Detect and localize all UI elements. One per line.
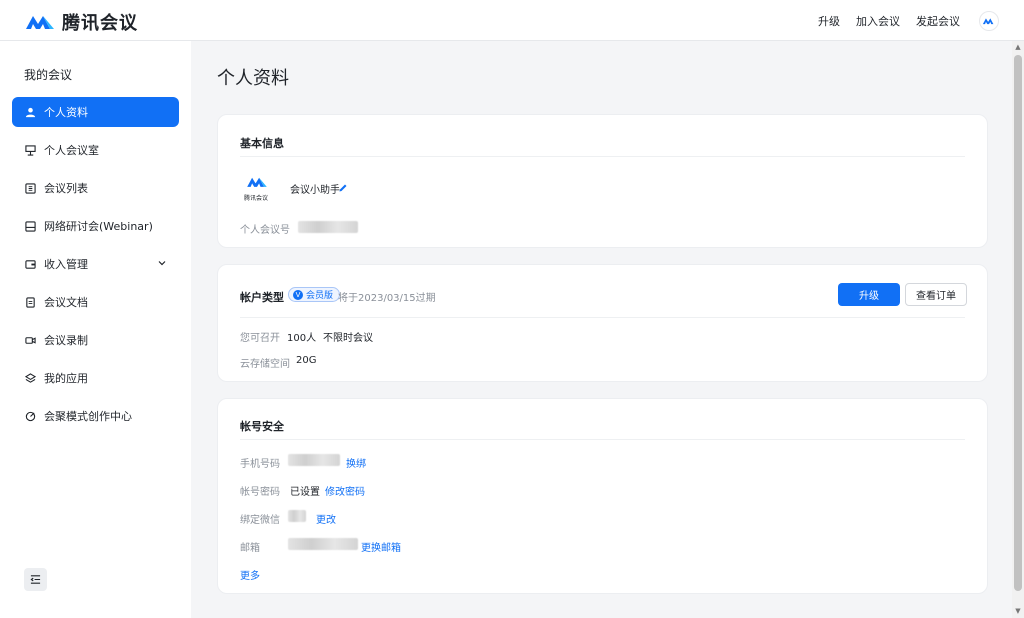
account-type-card: 帐户类型 V 会员版 将于2023/03/15过期 升级 查看订单 您可召开 1…: [217, 264, 988, 382]
divider: [240, 156, 965, 157]
email-label: 邮箱: [240, 543, 260, 554]
membership-badge: V 会员版: [288, 287, 341, 302]
webinar-icon: [24, 220, 36, 232]
sidebar-item-label: 会议文档: [44, 296, 88, 309]
basic-info-card: 基本信息 腾讯会议 会议小助手 个人会议号: [217, 114, 988, 248]
document-icon: [24, 296, 36, 308]
app-name: 腾讯会议: [62, 13, 138, 34]
account-security-card: 帐号安全 手机号码 换绑 帐号密码 已设置 修改密码 绑定微信 更改 邮箱 更换…: [217, 398, 988, 594]
avatar-logo-icon: [247, 177, 267, 187]
capacity-label: 您可召开: [240, 333, 280, 344]
capacity-value: 100人: [287, 333, 317, 344]
more-link[interactable]: 更多: [240, 567, 260, 582]
sidebar-item-recording[interactable]: 会议录制: [12, 325, 179, 355]
sidebar-item-revenue[interactable]: 收入管理: [12, 249, 179, 279]
rebind-phone-link[interactable]: 换绑: [346, 455, 366, 470]
divider: [240, 317, 965, 318]
divider: [240, 439, 965, 440]
storage-label: 云存储空间: [240, 359, 290, 370]
top-nav: 升级 加入会议 发起会议: [818, 13, 960, 29]
password-label: 帐号密码: [240, 487, 280, 498]
sidebar-item-creation-center[interactable]: 会聚模式创作中心: [12, 401, 179, 431]
sidebar-item-label: 会聚模式创作中心: [44, 410, 132, 423]
change-wechat-link[interactable]: 更改: [316, 511, 336, 526]
expiry-text: 将于2023/03/15过期: [338, 293, 436, 304]
change-password-link[interactable]: 修改密码: [325, 483, 365, 498]
account-type-heading: 帐户类型: [240, 291, 284, 304]
sidebar-item-apps[interactable]: 我的应用: [12, 363, 179, 393]
sidebar-nav: 个人资料 个人会议室 会议列表 网络研讨会(Webinar) 收入管理 会议文档…: [12, 97, 179, 439]
storage-value: 20G: [296, 355, 317, 366]
basic-info-heading: 基本信息: [240, 137, 284, 150]
wechat-redacted: [288, 510, 306, 522]
creation-center-icon: [24, 410, 36, 422]
phone-label: 手机号码: [240, 459, 280, 470]
sidebar-item-webinar[interactable]: 网络研讨会(Webinar): [12, 211, 179, 241]
profile-avatar[interactable]: 腾讯会议: [244, 175, 274, 205]
sidebar-item-label: 收入管理: [44, 258, 88, 271]
apps-icon: [24, 372, 36, 384]
sidebar-item-meeting-room[interactable]: 个人会议室: [12, 135, 179, 165]
sidebar-item-label: 会议列表: [44, 182, 88, 195]
chevron-down-icon[interactable]: [157, 258, 167, 271]
sidebar-item-profile[interactable]: 个人资料: [12, 97, 179, 127]
avatar-text: 腾讯会议: [244, 195, 269, 202]
change-email-link[interactable]: 更换邮箱: [361, 539, 401, 554]
scroll-down-icon[interactable]: ▼: [1014, 607, 1022, 615]
menu-collapse-icon: [30, 575, 41, 584]
sidebar-item-label: 网络研讨会(Webinar): [44, 220, 153, 233]
upgrade-button[interactable]: 升级: [838, 283, 900, 306]
upgrade-link[interactable]: 升级: [818, 13, 840, 29]
meeting-id-redacted: [298, 221, 358, 233]
user-avatar[interactable]: [979, 11, 999, 31]
wechat-label: 绑定微信: [240, 515, 280, 526]
duration-value: 不限时会议: [323, 333, 373, 344]
security-heading: 帐号安全: [240, 420, 284, 433]
sidebar-item-label: 我的应用: [44, 372, 88, 385]
password-status: 已设置: [290, 487, 320, 498]
page-title: 个人资料: [217, 68, 289, 89]
view-orders-button[interactable]: 查看订单: [905, 283, 967, 306]
list-icon: [24, 182, 36, 194]
recording-icon: [24, 334, 36, 346]
sidebar-title: 我的会议: [24, 68, 73, 82]
edit-pencil-icon[interactable]: [338, 182, 348, 196]
sidebar-item-label: 个人会议室: [44, 144, 99, 157]
nickname: 会议小助手: [290, 185, 340, 196]
collapse-sidebar-button[interactable]: [24, 568, 47, 591]
wallet-icon: [24, 258, 36, 270]
top-bar: 腾讯会议 升级 加入会议 发起会议: [0, 0, 1024, 41]
badge-label: 会员版: [306, 291, 334, 301]
scroll-thumb[interactable]: [1014, 55, 1022, 591]
vip-icon: V: [293, 289, 303, 300]
phone-redacted: [288, 454, 340, 466]
start-meeting-link[interactable]: 发起会议: [916, 13, 960, 29]
page-scrollbar[interactable]: ▲ ▼: [1012, 41, 1024, 618]
sidebar-item-meeting-list[interactable]: 会议列表: [12, 173, 179, 203]
sidebar-item-documents[interactable]: 会议文档: [12, 287, 179, 317]
meeting-id-label: 个人会议号: [240, 225, 290, 236]
email-redacted: [288, 538, 358, 550]
sidebar: 我的会议 个人资料 个人会议室 会议列表 网络研讨会(Webinar) 收入管理…: [0, 41, 191, 618]
avatar-logo-icon: [982, 18, 994, 25]
tencent-meeting-logo-icon: [26, 16, 54, 29]
sidebar-item-label: 会议录制: [44, 334, 88, 347]
join-meeting-link[interactable]: 加入会议: [856, 13, 900, 29]
sidebar-item-label: 个人资料: [44, 106, 88, 119]
scroll-up-icon[interactable]: ▲: [1014, 43, 1022, 51]
meeting-room-icon: [24, 144, 36, 156]
app-logo[interactable]: 腾讯会议: [24, 9, 138, 35]
person-icon: [24, 106, 36, 118]
